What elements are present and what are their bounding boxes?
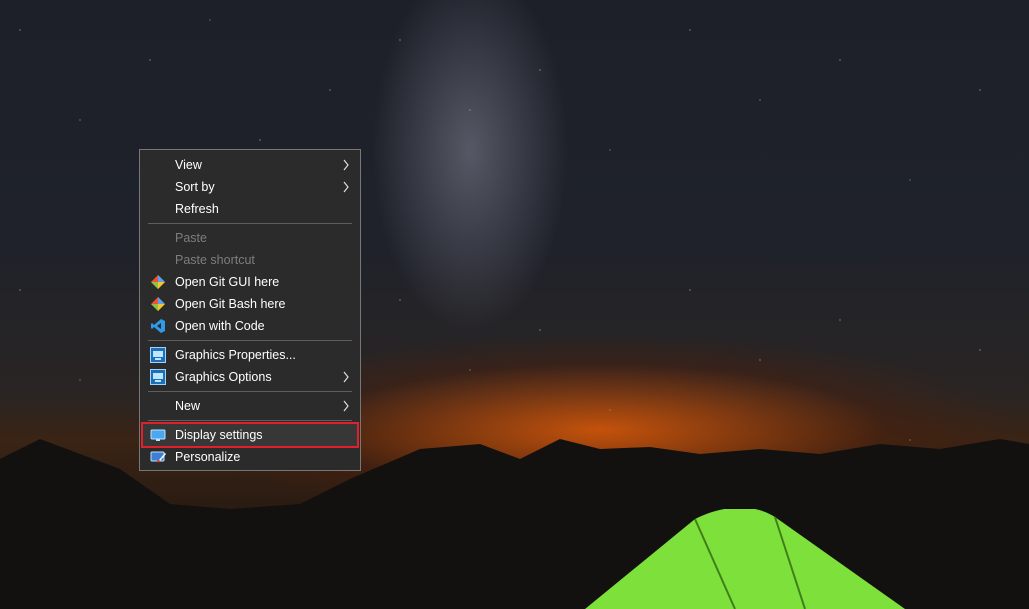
menu-separator <box>148 340 352 341</box>
tent-illustration <box>585 509 905 609</box>
menu-item-personalize[interactable]: Personalize <box>142 446 358 468</box>
menu-item-paste-shortcut: Paste shortcut <box>142 249 358 271</box>
chevron-right-icon <box>343 371 349 383</box>
menu-item-label: Graphics Properties... <box>175 348 296 362</box>
menu-item-label: Refresh <box>175 202 219 216</box>
menu-item-new[interactable]: New <box>142 395 358 417</box>
menu-item-view[interactable]: View <box>142 154 358 176</box>
menu-item-label: New <box>175 399 201 413</box>
menu-item-open-git-gui[interactable]: Open Git GUI here <box>142 271 358 293</box>
desktop-context-menu: View Sort by Refresh Paste Paste shortcu… <box>139 149 361 471</box>
intel-graphics-icon <box>150 369 166 385</box>
menu-item-display-settings[interactable]: Display settings <box>142 424 358 446</box>
menu-item-graphics-properties[interactable]: Graphics Properties... <box>142 344 358 366</box>
git-icon <box>151 275 165 289</box>
menu-item-paste: Paste <box>142 227 358 249</box>
menu-separator <box>148 223 352 224</box>
menu-item-graphics-options[interactable]: Graphics Options <box>142 366 358 388</box>
menu-item-label: Paste <box>175 231 207 245</box>
menu-item-label: View <box>175 158 202 172</box>
git-icon <box>151 297 165 311</box>
personalize-icon <box>150 451 166 463</box>
chevron-right-icon <box>343 159 349 171</box>
menu-item-refresh[interactable]: Refresh <box>142 198 358 220</box>
menu-item-open-git-bash[interactable]: Open Git Bash here <box>142 293 358 315</box>
menu-item-open-with-code[interactable]: Open with Code <box>142 315 358 337</box>
menu-separator <box>148 420 352 421</box>
menu-item-label: Graphics Options <box>175 370 272 384</box>
chevron-right-icon <box>343 400 349 412</box>
menu-item-label: Display settings <box>175 428 263 442</box>
menu-item-label: Open Git GUI here <box>175 275 280 289</box>
menu-item-label: Personalize <box>175 450 241 464</box>
display-icon <box>150 429 166 441</box>
menu-item-sort-by[interactable]: Sort by <box>142 176 358 198</box>
chevron-right-icon <box>343 181 349 193</box>
menu-item-label: Sort by <box>175 180 215 194</box>
menu-item-label: Paste shortcut <box>175 253 255 267</box>
vscode-icon <box>151 319 165 333</box>
menu-separator <box>148 391 352 392</box>
intel-graphics-icon <box>150 347 166 363</box>
menu-item-label: Open with Code <box>175 319 265 333</box>
menu-item-label: Open Git Bash here <box>175 297 286 311</box>
